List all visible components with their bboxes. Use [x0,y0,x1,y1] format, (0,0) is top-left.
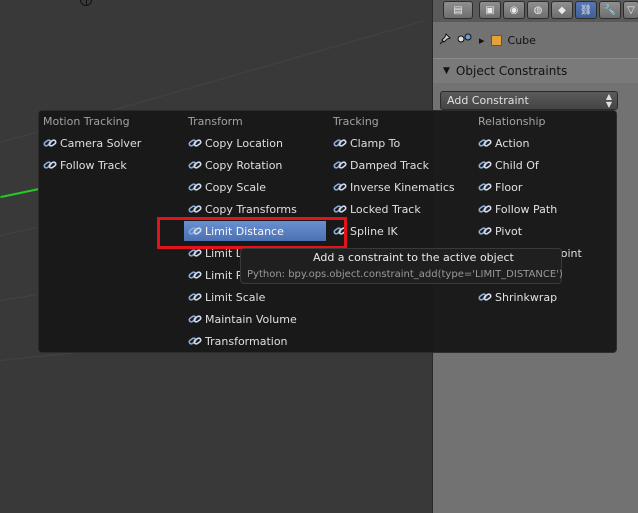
world-icon[interactable]: ◍ [527,1,549,19]
menu-item-label: Follow Path [495,202,558,216]
constraint-link-icon [330,137,350,149]
constraint-link-icon [185,291,205,303]
menu-item-label: Camera Solver [60,136,142,150]
menu-item-locked-track[interactable]: Locked Track [329,199,471,219]
cube-icon [490,34,502,46]
menu-column-header: Relationship [478,115,546,128]
render-icon[interactable]: ▣ [479,1,501,19]
highlight-box [157,217,347,249]
object-data-icon [457,33,473,48]
menu-item-label: Pivot [495,224,523,238]
menu-item-copy-location[interactable]: Copy Location [184,133,326,153]
pin-icon[interactable] [439,32,451,48]
menu-item-maintain-volume[interactable]: Maintain Volume [184,309,326,329]
menu-item-label: Damped Track [350,158,429,172]
origin-marker [80,0,92,6]
menu-item-copy-rotation[interactable]: Copy Rotation [184,155,326,175]
menu-item-label: Shrinkwrap [495,290,558,304]
menu-item-shrinkwrap[interactable]: Shrinkwrap [474,287,616,307]
menu-item-follow-path[interactable]: Follow Path [474,199,616,219]
menu-item-label: Copy Rotation [205,158,283,172]
menu-item-floor[interactable]: Floor [474,177,616,197]
constraint-link-icon [185,181,205,193]
tooltip: Add a constraint to the active object Py… [240,248,563,284]
menu-item-label: Transformation [205,334,288,348]
collapse-triangle-icon: ▼ [443,66,450,76]
menu-item-copy-transforms[interactable]: Copy Transforms [184,199,326,219]
menu-item-child-of[interactable]: Child Of [474,155,616,175]
menu-item-camera-solver[interactable]: Camera Solver [39,133,181,153]
constraint-link-icon [475,181,495,193]
constraint-link-icon [475,159,495,171]
menu-item-inverse-kinematics[interactable]: Inverse Kinematics [329,177,471,197]
y-axis-line [0,187,40,199]
constraint-link-icon [40,159,60,171]
panel-title: Object Constraints [455,64,568,78]
tooltip-description: Add a constraint to the active object [313,251,514,264]
constraint-link-icon [185,159,205,171]
updown-arrows-icon: ▲ ▼ [605,92,612,109]
constraint-link-icon [185,313,205,325]
constraint-link-icon [475,137,495,149]
data-icon[interactable]: ▽ [623,1,638,19]
menu-item-copy-scale[interactable]: Copy Scale [184,177,326,197]
menu-item-label: Copy Location [205,136,283,150]
menu-item-label: Limit Scale [205,290,266,304]
menu-item-label: Follow Track [60,158,127,172]
view-switch-icon[interactable]: ▤ [443,1,473,19]
object-name: Cube [507,33,536,47]
menu-item-label: Inverse Kinematics [350,180,455,194]
menu-item-damped-track[interactable]: Damped Track [329,155,471,175]
menu-item-label: Floor [495,180,523,194]
menu-item-label: Clamp To [350,136,401,150]
menu-item-follow-track[interactable]: Follow Track [39,155,181,175]
constraint-link-icon [185,269,205,281]
scene-icon[interactable]: ◉ [503,1,525,19]
menu-item-label: Child Of [495,158,539,172]
menu-item-label: Copy Scale [205,180,266,194]
constraint-link-icon [330,181,350,193]
properties-header: ▤ ▣ ◉ ◍ ◆ ⛓ 🔧 ▽ [433,0,638,22]
object-constraints-panel-header[interactable]: ▼ Object Constraints [433,58,638,83]
constraint-link-icon [185,335,205,347]
constraint-link-icon [40,137,60,149]
menu-column-header: Transform [188,115,243,128]
constraint-icon[interactable]: ⛓ [575,1,597,19]
constraint-link-icon [185,137,205,149]
menu-item-limit-scale[interactable]: Limit Scale [184,287,326,307]
menu-column-header: Motion Tracking [43,115,130,128]
add-constraint-dropdown[interactable]: Add Constraint ▲ ▼ [440,91,618,110]
breadcrumb: ▸ Cube [439,30,536,50]
menu-item-label: Action [495,136,530,150]
constraint-link-icon [330,159,350,171]
constraint-link-icon [330,203,350,215]
constraint-link-icon [185,203,205,215]
menu-item-label: Copy Transforms [205,202,297,216]
menu-column-header: Tracking [333,115,379,128]
menu-item-label: Spline IK [350,224,398,238]
menu-item-action[interactable]: Action [474,133,616,153]
menu-item-transformation[interactable]: Transformation [184,331,326,351]
object-icon[interactable]: ◆ [551,1,573,19]
menu-item-pivot[interactable]: Pivot [474,221,616,241]
menu-item-spline-ik[interactable]: Spline IK [329,221,471,241]
menu-item-clamp-to[interactable]: Clamp To [329,133,471,153]
constraint-link-icon [475,291,495,303]
menu-item-label: Locked Track [350,202,421,216]
constraint-link-icon [475,225,495,237]
breadcrumb-separator: ▸ [479,33,485,47]
modifier-icon[interactable]: 🔧 [599,1,621,19]
tooltip-python: Python: bpy.ops.object.constraint_add(ty… [247,269,563,280]
menu-item-label: Maintain Volume [205,312,297,326]
constraint-link-icon [475,203,495,215]
add-constraint-label: Add Constraint [447,94,529,107]
